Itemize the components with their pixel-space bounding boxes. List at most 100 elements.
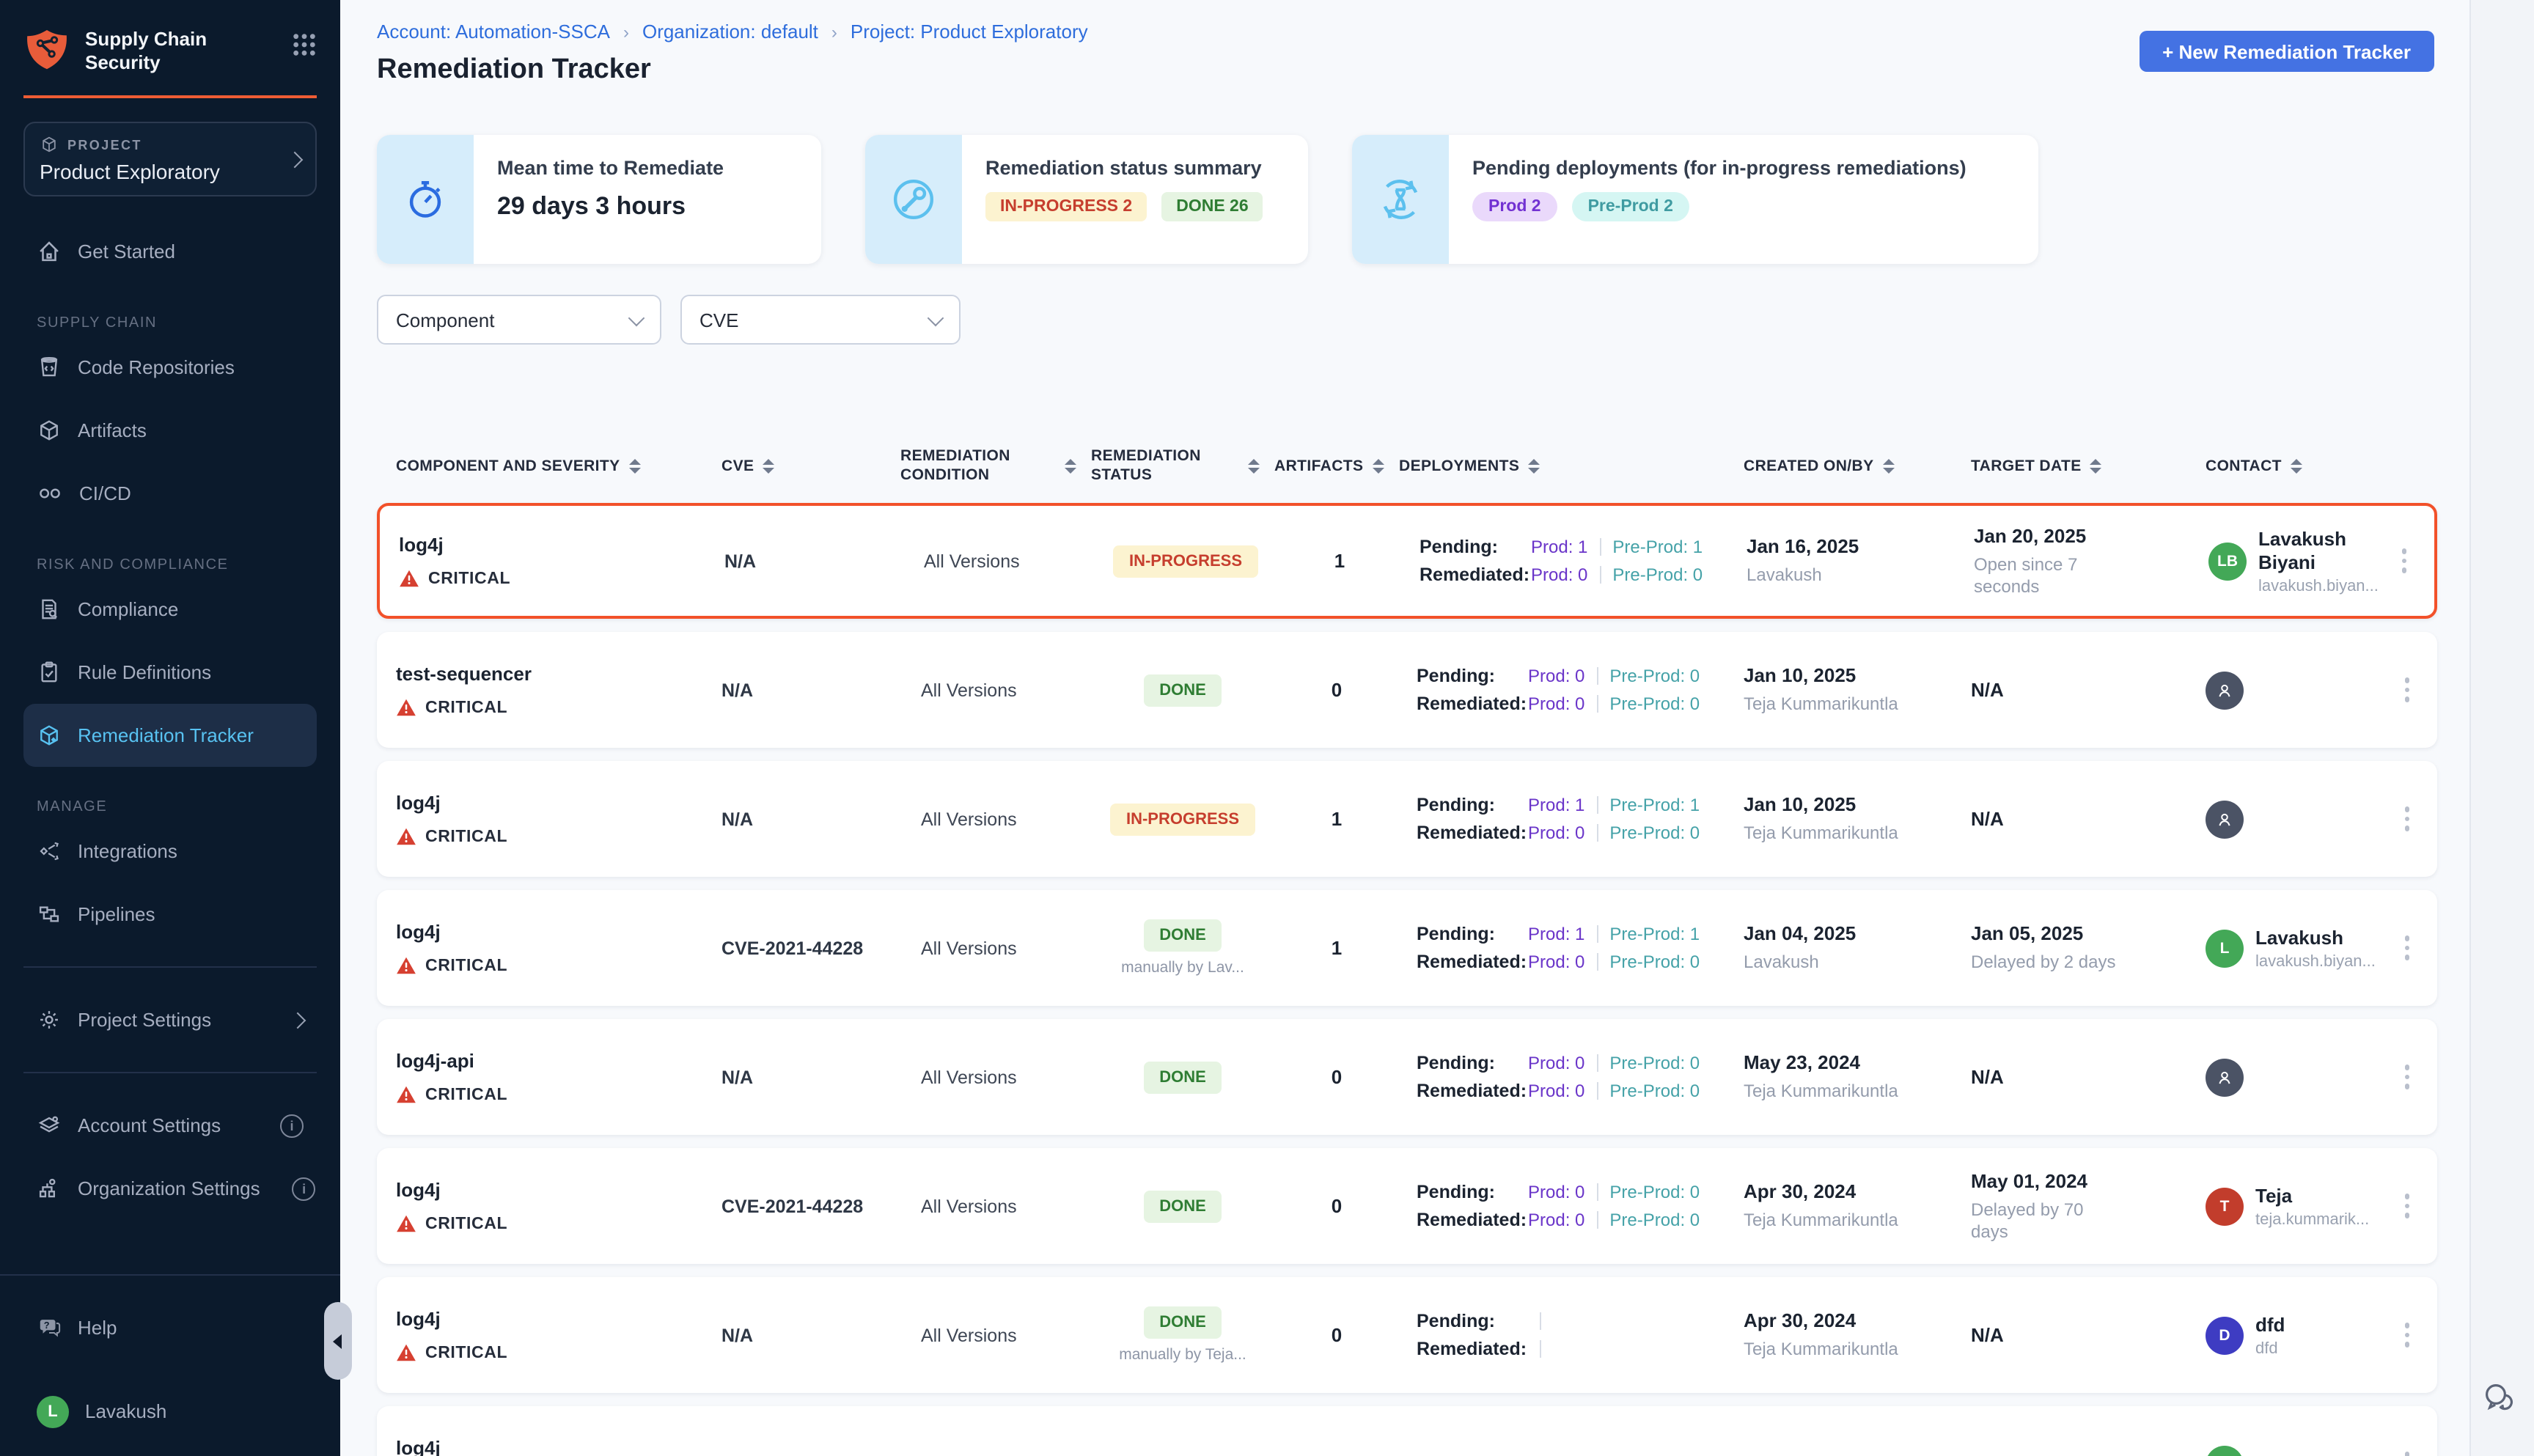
status-badge: IN-PROGRESS bbox=[1113, 545, 1258, 577]
new-remediation-tracker-button[interactable]: + New Remediation Tracker bbox=[2139, 31, 2434, 72]
row-menu-kebab-icon[interactable] bbox=[2398, 1317, 2415, 1353]
header-deployments[interactable]: DEPLOYMENTS bbox=[1399, 457, 1744, 476]
remediated-label: Remediated: bbox=[1420, 561, 1531, 589]
sidebar-item-remediation-tracker[interactable]: Remediation Tracker bbox=[23, 704, 317, 767]
pending-label: Pending: bbox=[1417, 920, 1528, 948]
sidebar-item-label: Integrations bbox=[78, 840, 177, 862]
breadcrumb-organization[interactable]: Organization: default bbox=[642, 21, 818, 43]
pending-preprod-value: Pre-Prod: 0 bbox=[1609, 662, 1700, 690]
header-contact[interactable]: CONTACT bbox=[2206, 457, 2418, 476]
sidebar-item-organization-settings[interactable]: Organization Settings i bbox=[23, 1157, 317, 1220]
header-component-severity[interactable]: COMPONENT AND SEVERITY bbox=[396, 457, 721, 476]
cell-target-date: N/A bbox=[1971, 1066, 2206, 1088]
table-row[interactable]: log4j CRITICAL CVE-2021-44228 All Versio… bbox=[377, 890, 2437, 1006]
table-row[interactable]: test-sequencer CRITICAL N/A All Versions… bbox=[377, 632, 2437, 748]
sidebar-footer: ? Help L Lavakush bbox=[0, 1274, 340, 1456]
sort-icon bbox=[1372, 459, 1384, 474]
row-menu-kebab-icon[interactable] bbox=[2398, 801, 2415, 837]
header-cve[interactable]: CVE bbox=[721, 457, 900, 476]
header-artifacts[interactable]: ARTIFACTS bbox=[1274, 457, 1399, 476]
sort-icon bbox=[629, 459, 641, 474]
sidebar-item-label: Organization Settings bbox=[78, 1177, 260, 1199]
row-menu-kebab-icon[interactable] bbox=[2395, 543, 2412, 579]
header-remediation-status[interactable]: REMEDIATION STATUS bbox=[1091, 447, 1274, 485]
target-date: Jan 05, 2025 bbox=[1971, 922, 2206, 944]
right-rail bbox=[2469, 0, 2534, 1456]
sidebar-item-compliance[interactable]: Compliance bbox=[23, 578, 317, 641]
breadcrumb-project[interactable]: Project: Product Exploratory bbox=[851, 21, 1088, 43]
sidebar-item-cicd[interactable]: CI/CD bbox=[23, 462, 317, 525]
cell-created-on-by: Jan 10, 2025 Teja Kummarikuntla bbox=[1744, 664, 1971, 716]
sidebar-item-artifacts[interactable]: Artifacts bbox=[23, 399, 317, 462]
sort-icon bbox=[763, 459, 774, 474]
cell-cve: N/A bbox=[721, 680, 900, 700]
cell-contact: L Lavakush lavakush.biyan... bbox=[2206, 926, 2418, 970]
critical-warning-icon bbox=[396, 1085, 416, 1104]
table-row[interactable]: log4j CRITICAL N/A All Versions DONE man… bbox=[377, 1277, 2437, 1393]
sidebar-collapse-handle[interactable] bbox=[324, 1302, 352, 1380]
header-created-on-by[interactable]: CREATED ON/BY bbox=[1744, 457, 1971, 476]
header-target-date[interactable]: TARGET DATE bbox=[1971, 457, 2206, 476]
component-name: log4j bbox=[396, 1308, 721, 1330]
component-name: log4j bbox=[399, 534, 724, 556]
cve-filter-select[interactable]: CVE bbox=[680, 295, 961, 345]
created-by: Teja Kummarikuntla bbox=[1744, 1339, 1971, 1361]
cell-remediation-condition: All Versions bbox=[900, 680, 1091, 700]
sidebar: Supply Chain Security PROJECT Product Ex… bbox=[0, 0, 340, 1456]
contact-info: Harness bbox=[2255, 1452, 2387, 1456]
contact-avatar bbox=[2206, 800, 2244, 838]
table-row[interactable]: log4j CRITICAL CVE-2021-44228 All Versio… bbox=[377, 1148, 2437, 1264]
sidebar-item-project-settings[interactable]: Project Settings bbox=[23, 988, 317, 1051]
divider bbox=[23, 1072, 317, 1073]
chat-support-icon[interactable] bbox=[2481, 1380, 2516, 1415]
contact-name: Harness bbox=[2255, 1452, 2387, 1456]
sidebar-user-menu[interactable]: L Lavakush bbox=[23, 1380, 317, 1443]
in-progress-count-badge: IN-PROGRESS 2 bbox=[985, 192, 1147, 221]
cell-remediation-condition: All Versions bbox=[900, 1067, 1091, 1087]
table-row[interactable]: log4j CRITICAL N/A All Versions IN-PROGR… bbox=[377, 503, 2437, 619]
table-header: COMPONENT AND SEVERITY CVE REMEDIATION C… bbox=[377, 447, 2437, 485]
cell-created-on-by: Jan 10, 2025 Teja Kummarikuntla bbox=[1744, 793, 1971, 845]
divider bbox=[1599, 566, 1601, 584]
app-title: Supply Chain Security bbox=[85, 26, 286, 75]
sidebar-accent-divider bbox=[23, 95, 317, 98]
header-remediation-condition[interactable]: REMEDIATION CONDITION bbox=[900, 447, 1091, 485]
sidebar-item-help[interactable]: ? Help bbox=[23, 1296, 317, 1359]
cell-component: log4j-api CRITICAL bbox=[396, 1050, 721, 1104]
pending-prod-value: Prod: 0 bbox=[1528, 1178, 1584, 1206]
info-icon[interactable]: i bbox=[293, 1177, 316, 1200]
component-filter-select[interactable]: Component bbox=[377, 295, 661, 345]
code-repository-icon bbox=[37, 355, 62, 380]
pending-line: Pending: bbox=[1417, 1307, 1744, 1335]
sidebar-item-code-repositories[interactable]: Code Repositories bbox=[23, 336, 317, 399]
table-row[interactable]: log4j CRITICAL bbox=[377, 1406, 2437, 1456]
table-row[interactable]: log4j-api CRITICAL N/A All Versions DONE bbox=[377, 1019, 2437, 1135]
status-badge: DONE bbox=[1143, 674, 1222, 706]
row-menu-kebab-icon[interactable] bbox=[2398, 1446, 2415, 1456]
pending-label: Pending: bbox=[1417, 791, 1528, 819]
sidebar-item-rule-definitions[interactable]: Rule Definitions bbox=[23, 641, 317, 704]
sidebar-item-account-settings[interactable]: Account Settings i bbox=[23, 1094, 317, 1157]
info-icon[interactable]: i bbox=[280, 1114, 304, 1137]
row-menu-kebab-icon[interactable] bbox=[2398, 672, 2415, 708]
breadcrumb-account[interactable]: Account: Automation-SSCA bbox=[377, 21, 610, 43]
cell-component: log4j CRITICAL bbox=[396, 1308, 721, 1362]
row-menu-kebab-icon[interactable] bbox=[2398, 930, 2415, 966]
cell-target-date: N/A bbox=[1971, 679, 2206, 701]
sidebar-item-get-started[interactable]: Get Started bbox=[23, 220, 317, 283]
sidebar-item-integrations[interactable]: Integrations bbox=[23, 820, 317, 883]
created-by: Teja Kummarikuntla bbox=[1744, 1210, 1971, 1232]
row-menu-kebab-icon[interactable] bbox=[2398, 1188, 2415, 1224]
cell-created-on-by: Jan 04, 2025 Lavakush bbox=[1744, 922, 1971, 974]
sidebar-item-pipelines[interactable]: Pipelines bbox=[23, 883, 317, 946]
cell-cve: N/A bbox=[721, 1067, 900, 1087]
row-menu-kebab-icon[interactable] bbox=[2398, 1059, 2415, 1095]
project-selector[interactable]: PROJECT Product Exploratory bbox=[23, 122, 317, 196]
pending-prod-value: Prod: 0 bbox=[1528, 662, 1584, 690]
remediated-line: Remediated: Prod: 0 Pre-Prod: 0 bbox=[1420, 561, 1747, 589]
divider bbox=[1596, 1054, 1598, 1072]
breadcrumb: Account: Automation-SSCA › Organization:… bbox=[377, 0, 2437, 43]
cell-created-on-by: Apr 30, 2024 Teja Kummarikuntla bbox=[1744, 1309, 1971, 1361]
app-switcher-grid-icon[interactable] bbox=[292, 32, 317, 57]
table-row[interactable]: log4j CRITICAL N/A All Versions IN-PROGR… bbox=[377, 761, 2437, 877]
